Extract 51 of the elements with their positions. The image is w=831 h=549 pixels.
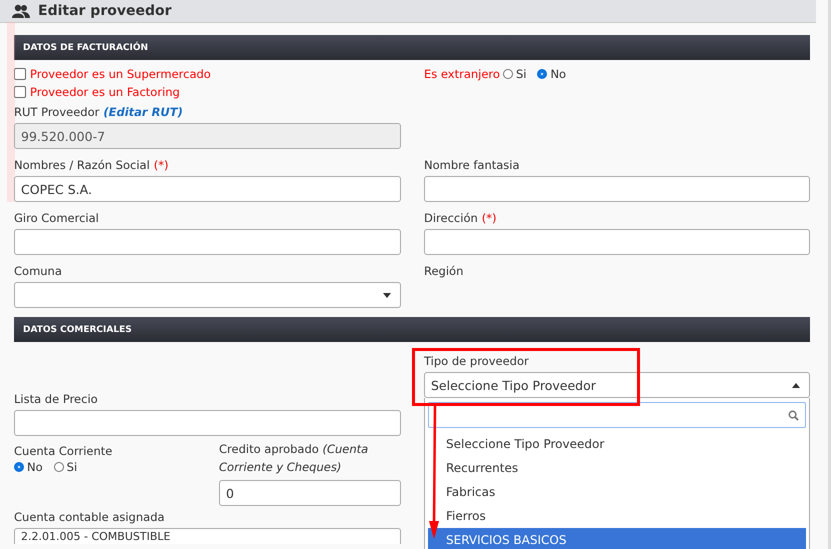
section-title: DATOS COMERCIALES	[23, 324, 132, 334]
caret-icon	[383, 293, 391, 298]
section-title: DATOS DE FACTURACIÓN	[23, 42, 148, 52]
field-label: Es extranjero	[424, 67, 500, 81]
select-field[interactable]: Seleccione Tipo Proveedor	[424, 372, 810, 398]
checkbox[interactable]	[14, 68, 26, 80]
edit-rut-link[interactable]: (Editar RUT)	[103, 105, 183, 119]
field-label: Región	[424, 264, 464, 278]
radio-label: No	[550, 67, 566, 81]
text-field[interactable]	[14, 410, 401, 436]
field-label: Nombre fantasia	[424, 158, 520, 172]
field-label: Cuenta Corriente	[14, 444, 112, 458]
text-field[interactable]	[14, 229, 401, 255]
radio-label: No	[27, 460, 43, 474]
text-field[interactable]: COPEC S.A.	[14, 176, 401, 202]
checkbox[interactable]	[14, 86, 26, 98]
checkbox-label: Proveedor es un Supermercado	[30, 67, 211, 81]
radio-button[interactable]	[537, 69, 548, 79]
field-label: Giro Comercial	[14, 211, 99, 225]
dropdown-option[interactable]: Fabricas	[428, 480, 806, 504]
required-mark: (*)	[482, 211, 497, 225]
field-label: Lista de Precio	[14, 392, 98, 406]
field-label: Credito aprobado (Cuenta Corriente y Cheques)	[219, 441, 370, 476]
text-field[interactable]	[424, 229, 810, 255]
page-title: Editar proveedor	[38, 3, 172, 19]
text-field[interactable]	[424, 176, 810, 202]
dropdown-option[interactable]: Recurrentes	[428, 456, 806, 480]
select-field[interactable]: 2.2.01.005 - COMBUSTIBLE	[14, 528, 401, 544]
field-label: Tipo de proveedor	[424, 354, 529, 368]
dropdown-option[interactable]: Seleccione Tipo Proveedor	[428, 432, 806, 456]
search-field[interactable]	[428, 402, 806, 428]
field-label: Cuenta contable asignada	[14, 510, 165, 524]
radio-button[interactable]	[502, 69, 513, 79]
required-mark: (*)	[154, 158, 168, 172]
rut-field[interactable]: 99.520.000-7	[14, 123, 401, 149]
search-icon	[788, 410, 799, 420]
users-icon	[12, 4, 30, 18]
radio-button[interactable]	[14, 462, 24, 472]
radio-label: Si	[516, 67, 526, 81]
field-label: RUT Proveedor	[14, 105, 100, 119]
credit-field[interactable]: 0	[219, 480, 401, 506]
radio-label: Si	[66, 460, 78, 474]
radio-button[interactable]	[54, 462, 64, 472]
field-label: Comuna	[14, 264, 62, 278]
field-label: Dirección	[424, 211, 478, 225]
select-field[interactable]	[14, 282, 401, 308]
dropdown-option[interactable]: SERVICIOS BASICOS	[428, 528, 806, 549]
checkbox-label: Proveedor es un Factoring	[30, 85, 180, 99]
caret-icon	[792, 383, 800, 388]
field-label: Nombres / Razón Social	[14, 158, 150, 172]
dropdown-option[interactable]: Fierros	[428, 504, 806, 528]
